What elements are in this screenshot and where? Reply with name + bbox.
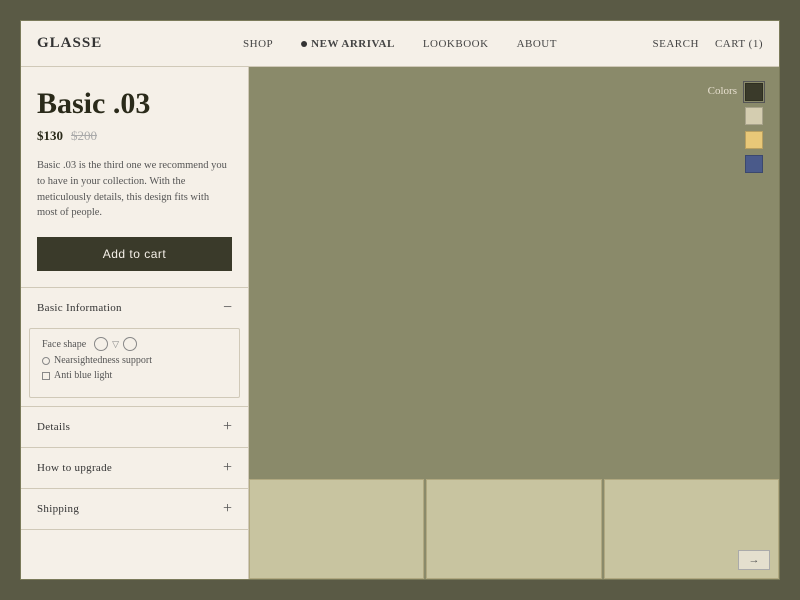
thumbnail-2[interactable]: [426, 479, 601, 579]
accordion-shipping: Shipping +: [21, 489, 248, 530]
face-shape-oval-icon: [123, 337, 137, 351]
thumbnail-row: →: [249, 479, 779, 579]
accordion-basic-info-content: Face shape ▽ Nearsightedness support Ant…: [29, 328, 240, 398]
nearsighted-icon: [42, 357, 50, 365]
face-shape-row: Face shape ▽: [42, 337, 227, 351]
color-swatch-blue[interactable]: [745, 155, 763, 173]
logo[interactable]: GLASSE: [37, 35, 102, 52]
price-original: $200: [71, 128, 97, 144]
accordion-details-toggle[interactable]: +: [223, 419, 232, 435]
price-row: $130 $200: [37, 128, 232, 144]
accordion-details: Details +: [21, 407, 248, 448]
nav-dot: [301, 41, 307, 47]
price-current: $130: [37, 128, 63, 144]
cart-button[interactable]: Cart (1): [715, 38, 763, 50]
nearsighted-row: Nearsightedness support: [42, 355, 227, 366]
nav-center: SHOP NEW ARRIVAL LOOKBOOK ABOUT: [243, 38, 557, 50]
color-selector: Colors: [708, 83, 763, 173]
nearsighted-label: Nearsightedness support: [54, 355, 152, 366]
right-panel: Colors →: [249, 67, 779, 579]
antiblue-icon: [42, 372, 50, 380]
thumbnail-1[interactable]: [249, 479, 424, 579]
left-panel: Basic .03 $130 $200 Basic .03 is the thi…: [21, 67, 249, 579]
nav-shop[interactable]: SHOP: [243, 38, 273, 50]
color-swatch-light[interactable]: [745, 107, 763, 125]
antiblue-row: Anti blue light: [42, 370, 227, 381]
nav-lookbook[interactable]: LOOKBOOK: [423, 38, 489, 50]
antiblue-label: Anti blue light: [54, 370, 112, 381]
accordion-shipping-label: Shipping: [37, 503, 79, 515]
product-title: Basic .03: [37, 87, 232, 120]
accordion-upgrade-label: How to upgrade: [37, 462, 112, 474]
page-container: GLASSE SHOP NEW ARRIVAL LOOKBOOK ABOUT S…: [20, 20, 780, 580]
color-swatches: [745, 83, 763, 173]
accordion-basic-info-toggle[interactable]: −: [223, 300, 232, 316]
face-shape-label: Face shape: [42, 339, 86, 350]
color-swatch-gold[interactable]: [745, 131, 763, 149]
next-arrow[interactable]: →: [738, 550, 770, 570]
accordion-shipping-toggle[interactable]: +: [223, 501, 232, 517]
color-swatch-dark[interactable]: [745, 83, 763, 101]
main-content: Basic .03 $130 $200 Basic .03 is the thi…: [21, 67, 779, 579]
color-label: Colors: [708, 85, 737, 97]
accordion-shipping-header[interactable]: Shipping +: [21, 489, 248, 529]
navbar: GLASSE SHOP NEW ARRIVAL LOOKBOOK ABOUT S…: [21, 21, 779, 67]
accordion-upgrade-header[interactable]: How to upgrade +: [21, 448, 248, 488]
arrow-icon: →: [748, 554, 759, 566]
accordion-basic-info-label: Basic Information: [37, 302, 122, 314]
navbar-right: Search Cart (1): [653, 38, 763, 50]
nav-about[interactable]: ABOUT: [517, 38, 557, 50]
accordion-basic-info: Basic Information − Face shape ▽ Nearsig…: [21, 288, 248, 407]
nav-new-arrival[interactable]: NEW ARRIVAL: [301, 38, 395, 50]
search-button[interactable]: Search: [653, 38, 699, 50]
add-to-cart-button[interactable]: Add to cart: [37, 237, 232, 271]
accordion-upgrade-toggle[interactable]: +: [223, 460, 232, 476]
accordion-basic-info-header[interactable]: Basic Information −: [21, 288, 248, 328]
accordion-details-label: Details: [37, 421, 70, 433]
accordion-details-header[interactable]: Details +: [21, 407, 248, 447]
thumbnail-3[interactable]: →: [604, 479, 779, 579]
product-description: Basic .03 is the third one we recommend …: [37, 158, 232, 221]
face-shape-round-icon: [94, 337, 108, 351]
product-info: Basic .03 $130 $200 Basic .03 is the thi…: [21, 67, 248, 288]
accordion-upgrade: How to upgrade +: [21, 448, 248, 489]
